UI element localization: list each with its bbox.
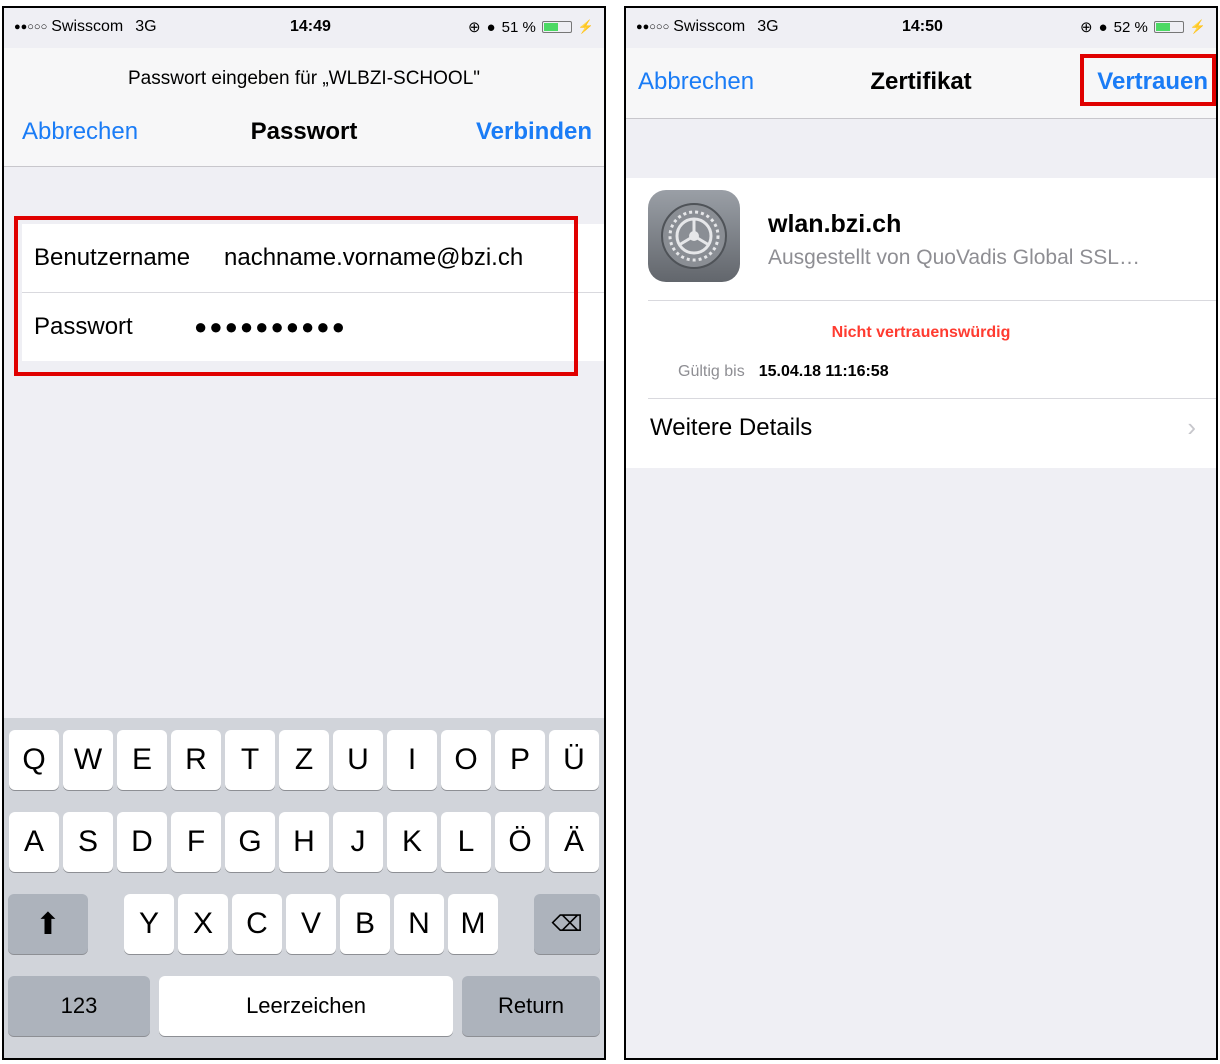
space-key[interactable]: Leerzeichen <box>159 976 453 1036</box>
key-r[interactable]: R <box>171 730 221 790</box>
trust-status: Nicht vertrauenswürdig <box>831 324 1011 341</box>
key-t[interactable]: T <box>225 730 275 790</box>
carrier-name: Swisscom <box>51 18 124 35</box>
key-u[interactable]: U <box>333 730 383 790</box>
key-e[interactable]: E <box>117 730 167 790</box>
key-y[interactable]: Y <box>124 894 174 954</box>
key-x[interactable]: X <box>178 894 228 954</box>
battery-icon <box>1153 21 1184 33</box>
certificate-name: wlan.bzi.ch <box>768 210 902 238</box>
key-l[interactable]: L <box>441 812 491 872</box>
network-type: 3G <box>757 18 779 35</box>
battery-percent: 51 % <box>501 18 536 36</box>
key-o[interactable]: O <box>441 730 491 790</box>
valid-until-value: 15.04.18 11:16:58 <box>758 363 889 380</box>
more-details-link[interactable]: Weitere Details <box>650 414 812 442</box>
key-a[interactable]: A <box>9 812 59 872</box>
lock-rotation-icon: ⊕ <box>1079 19 1093 36</box>
clock: 14:50 <box>902 18 943 35</box>
key-n[interactable]: N <box>394 894 444 954</box>
username-row[interactable]: Benutzername nachname.vorname@bzi.ch <box>22 224 604 292</box>
key-f[interactable]: F <box>171 812 221 872</box>
charging-icon: ⚡ <box>1189 19 1206 34</box>
battery-percent: 52 % <box>1113 18 1148 36</box>
navigation-bar: Abbrechen Zertifikat Vertrauen <box>626 48 1216 119</box>
password-field[interactable]: ●●●●●●●●●● <box>194 314 347 340</box>
clock: 14:49 <box>290 18 331 35</box>
key-d[interactable]: D <box>117 812 167 872</box>
alarm-icon: ● <box>486 18 496 36</box>
battery-icon <box>541 21 572 33</box>
trust-button[interactable]: Vertrauen <box>1097 68 1208 96</box>
key-c[interactable]: C <box>232 894 282 954</box>
navigation-bar: Passwort eingeben für „WLBZI-SCHOOL" Abb… <box>4 48 604 167</box>
key-s[interactable]: S <box>63 812 113 872</box>
chevron-right-icon: › <box>1187 412 1196 442</box>
validity: Gültig bis 15.04.18 11:16:58 <box>678 363 889 381</box>
key-j[interactable]: J <box>333 812 383 872</box>
status-bar: ●●○○○ Swisscom 3G 14:50 ⊕ ● 52 % ⚡ <box>626 8 1216 48</box>
credentials-form: Benutzername nachname.vorname@bzi.ch Pas… <box>22 224 604 361</box>
certificate-screen: ●●○○○ Swisscom 3G 14:50 ⊕ ● 52 % ⚡ Abbre… <box>624 6 1218 1060</box>
key-ü[interactable]: Ü <box>549 730 599 790</box>
keyboard-row-1: QWERTZUIOPÜ <box>4 730 604 790</box>
key-z[interactable]: Z <box>279 730 329 790</box>
network-type: 3G <box>135 18 157 35</box>
numbers-key[interactable]: 123 <box>8 976 150 1036</box>
keyboard: QWERTZUIOPÜ ASDFGHJKLÖÄ ⬆ YXCVBNM ⌫ 123 … <box>4 718 604 1058</box>
key-w[interactable]: W <box>63 730 113 790</box>
username-field[interactable]: nachname.vorname@bzi.ch <box>224 244 523 272</box>
username-label: Benutzername <box>34 244 191 271</box>
certificate-card: wlan.bzi.ch Ausgestellt von QuoVadis Glo… <box>626 178 1216 468</box>
password-row[interactable]: Passwort ●●●●●●●●●● <box>22 292 604 361</box>
charging-icon: ⚡ <box>577 19 594 34</box>
certificate-issuer: Ausgestellt von QuoVadis Global SSL… <box>768 246 1140 269</box>
key-v[interactable]: V <box>286 894 336 954</box>
key-h[interactable]: H <box>279 812 329 872</box>
key-q[interactable]: Q <box>9 730 59 790</box>
key-ö[interactable]: Ö <box>495 812 545 872</box>
key-b[interactable]: B <box>340 894 390 954</box>
key-k[interactable]: K <box>387 812 437 872</box>
return-key[interactable]: Return <box>462 976 600 1036</box>
signal-strength-icon: ●●○○○ <box>14 21 48 33</box>
settings-gear-icon <box>648 190 740 282</box>
key-i[interactable]: I <box>387 730 437 790</box>
backspace-key[interactable]: ⌫ <box>534 894 600 954</box>
divider <box>648 398 1216 399</box>
carrier-name: Swisscom <box>673 18 746 35</box>
shift-key[interactable]: ⬆ <box>8 894 88 954</box>
status-bar: ●●○○○ Swisscom 3G 14:49 ⊕ ● 51 % ⚡ <box>4 8 604 48</box>
divider <box>648 300 1216 301</box>
password-screen: ●●○○○ Swisscom 3G 14:49 ⊕ ● 51 % ⚡ Passw… <box>2 6 606 1060</box>
connect-button[interactable]: Verbinden <box>476 118 592 146</box>
key-m[interactable]: M <box>448 894 498 954</box>
password-prompt: Passwort eingeben für „WLBZI-SCHOOL" <box>127 68 481 89</box>
alarm-icon: ● <box>1098 18 1108 36</box>
key-g[interactable]: G <box>225 812 275 872</box>
valid-until-label: Gültig bis <box>678 363 745 380</box>
key-ä[interactable]: Ä <box>549 812 599 872</box>
keyboard-row-4: 123 Leerzeichen Return <box>4 976 604 1036</box>
key-p[interactable]: P <box>495 730 545 790</box>
lock-rotation-icon: ⊕ <box>467 19 481 36</box>
signal-strength-icon: ●●○○○ <box>636 21 670 33</box>
keyboard-row-3: ⬆ YXCVBNM ⌫ <box>4 894 604 954</box>
password-label: Passwort <box>34 313 133 340</box>
keyboard-row-2: ASDFGHJKLÖÄ <box>4 812 604 872</box>
